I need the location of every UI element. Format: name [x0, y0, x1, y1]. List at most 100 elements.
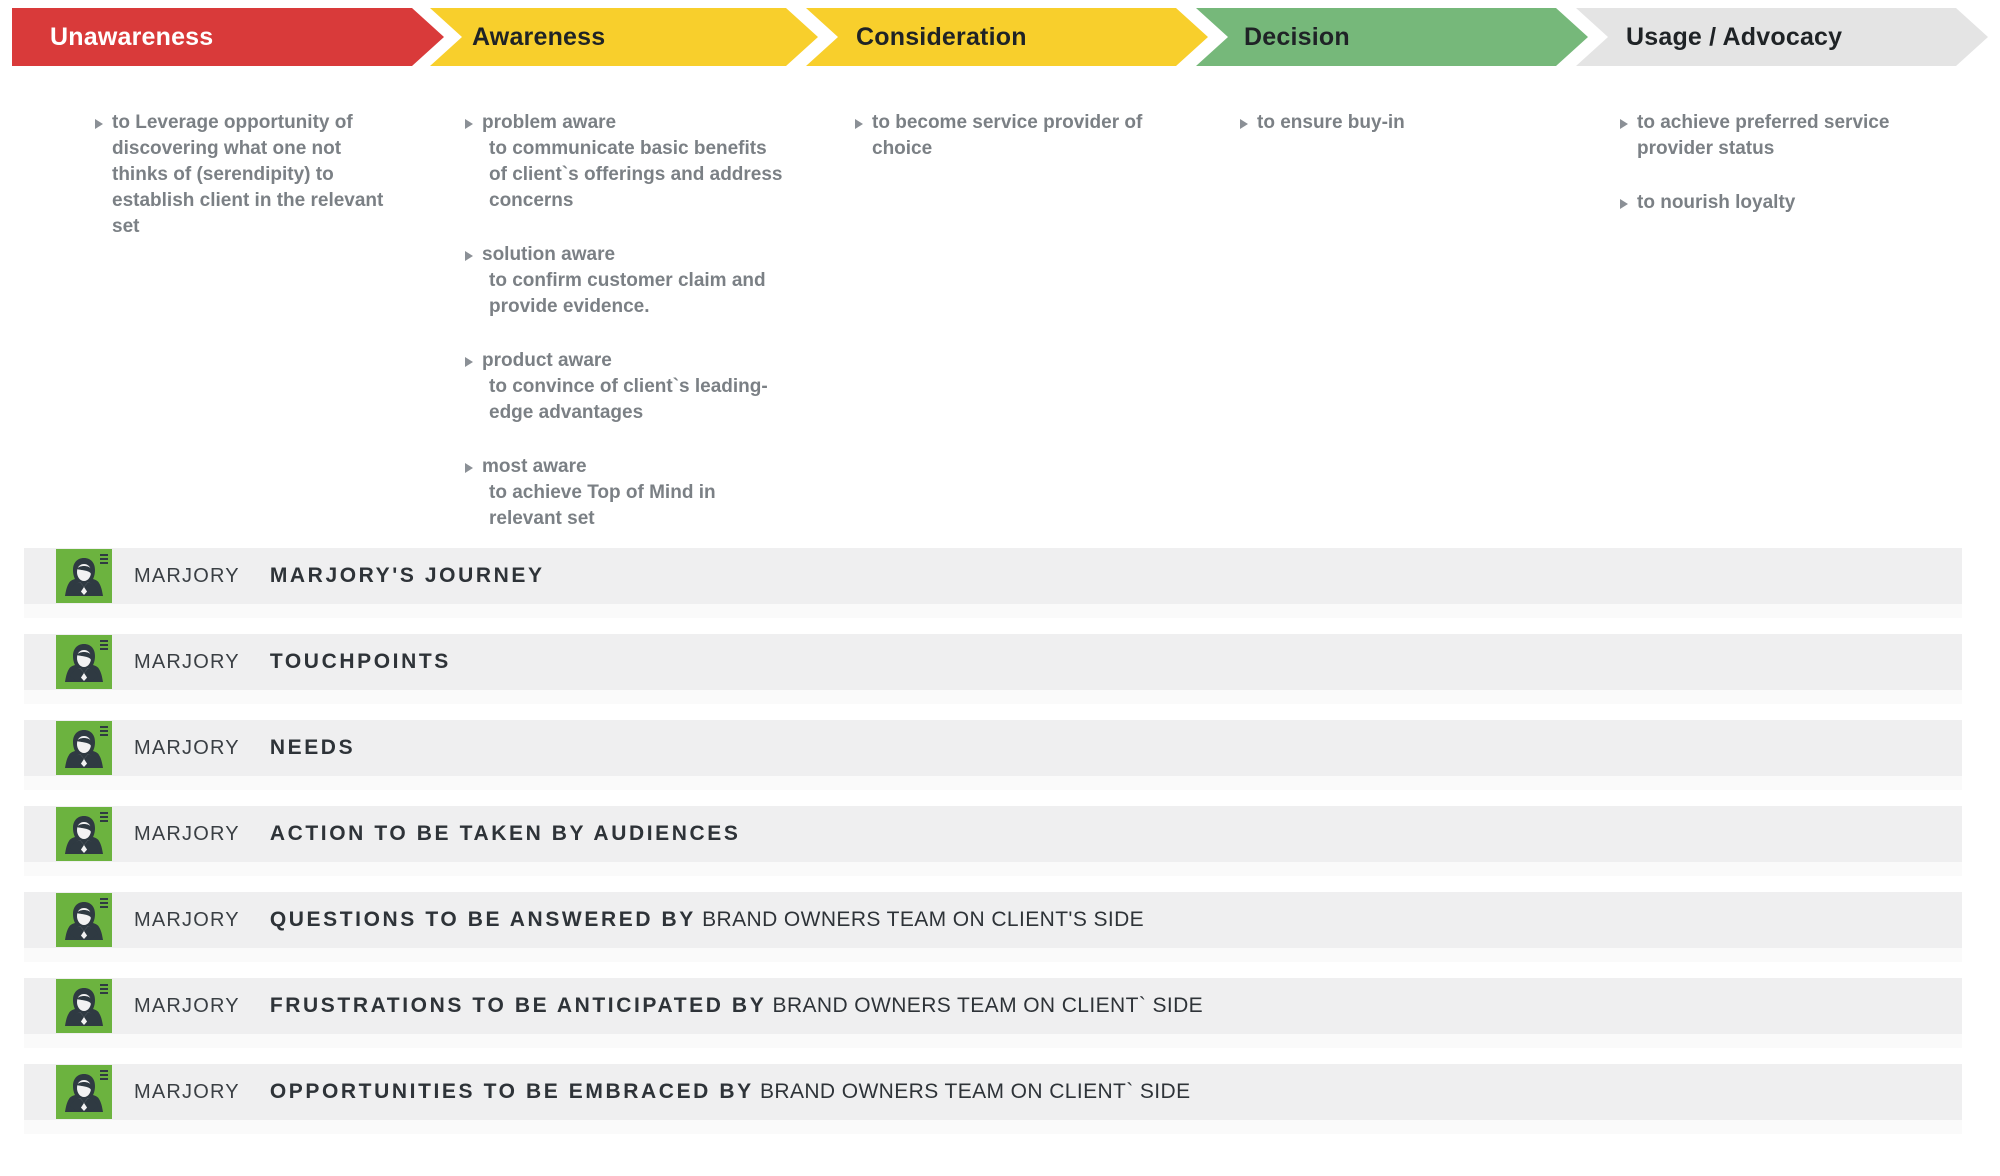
female-persona-icon[interactable]: [56, 1065, 112, 1119]
stage-goals-area: to Leverage opportunity of discovering w…: [0, 110, 2000, 540]
goal-head: most aware: [465, 454, 785, 480]
goal-column-decision: to ensure buy-in: [1240, 110, 1540, 164]
row-title: FRUSTRATIONS TO BE ANTICIPATED BY BRAND …: [270, 994, 1203, 1018]
goal-head-text: most aware: [482, 456, 587, 477]
journey-row[interactable]: MARJORY ACTION TO BE TAKEN BY AUDIENCES: [0, 798, 2000, 884]
row-content: MARJORY QUESTIONS TO BE ANSWERED BY BRAND…: [0, 884, 1144, 956]
persona-name: MARJORY: [134, 650, 240, 673]
triangle-bullet-icon: [465, 119, 473, 129]
row-title-strong: MARJORY'S JOURNEY: [269, 564, 545, 587]
goal-item: to nourish loyalty: [1620, 190, 1920, 216]
female-persona-icon[interactable]: [56, 807, 112, 861]
row-title-strong: OPPORTUNITIES TO BE EMBRACED BY: [269, 1080, 754, 1103]
journey-row[interactable]: MARJORY FRUSTRATIONS TO BE ANTICIPATED BY…: [0, 970, 2000, 1056]
goal-head: product aware: [465, 348, 785, 374]
female-persona-icon[interactable]: [56, 635, 112, 689]
goal-column-consideration: to become service provider of choice: [855, 110, 1155, 190]
persona-name: MARJORY: [134, 564, 240, 587]
row-content: MARJORY MARJORY'S JOURNEY: [0, 540, 545, 612]
triangle-bullet-icon: [465, 463, 473, 473]
triangle-bullet-icon: [1240, 119, 1248, 129]
triangle-bullet-icon: [95, 119, 103, 129]
goal-sub-text: to confirm customer claim and provide ev…: [489, 270, 766, 317]
row-title-strong: QUESTIONS TO BE ANSWERED BY: [269, 908, 696, 931]
row-content: MARJORY ACTION TO BE TAKEN BY AUDIENCES: [0, 798, 741, 870]
row-title: QUESTIONS TO BE ANSWERED BY BRAND OWNERS…: [270, 908, 1144, 932]
stage-label-decision: Decision: [1244, 22, 1350, 51]
stage-unawareness[interactable]: Unawareness: [12, 8, 444, 66]
row-title-plain: BRAND OWNERS TEAM ON CLIENT'S SIDE: [695, 908, 1145, 931]
goal-head: to Leverage opportunity of discovering w…: [95, 110, 395, 240]
triangle-bullet-icon: [465, 357, 473, 367]
goal-item: problem aware to communicate basic benef…: [465, 110, 785, 214]
stage-usage-advocacy[interactable]: Usage / Advocacy: [1576, 8, 1988, 66]
journey-row[interactable]: MARJORY QUESTIONS TO BE ANSWERED BY BRAND…: [0, 884, 2000, 970]
journey-row[interactable]: MARJORY NEEDS: [0, 712, 2000, 798]
persona-name: MARJORY: [134, 736, 240, 759]
goal-sub-text: to achieve Top of Mind in relevant set: [489, 482, 716, 529]
row-title-strong: ACTION TO BE TAKEN BY AUDIENCES: [269, 822, 741, 845]
goal-column-awareness: problem aware to communicate basic benef…: [465, 110, 785, 560]
goal-head-text: product aware: [482, 350, 612, 371]
goal-sub-text: to convince of client`s leading-edge adv…: [489, 376, 768, 423]
female-persona-icon[interactable]: [56, 893, 112, 947]
row-title: MARJORY'S JOURNEY: [270, 564, 545, 588]
stage-consideration[interactable]: Consideration: [806, 8, 1208, 66]
journey-row[interactable]: MARJORY OPPORTUNITIES TO BE EMBRACED BY B…: [0, 1056, 2000, 1142]
journey-stage-bar: Unawareness Awareness Consideration Deci…: [0, 8, 2000, 66]
stage-label-usage-advocacy: Usage / Advocacy: [1626, 22, 1843, 51]
triangle-bullet-icon: [465, 251, 473, 261]
goal-head-text: problem aware: [482, 112, 617, 133]
stage-label-awareness: Awareness: [472, 22, 606, 51]
journey-row[interactable]: MARJORY TOUCHPOINTS: [0, 626, 2000, 712]
row-content: MARJORY OPPORTUNITIES TO BE EMBRACED BY B…: [0, 1056, 1191, 1128]
goal-item: to ensure buy-in: [1240, 110, 1540, 136]
stage-awareness[interactable]: Awareness: [430, 8, 818, 66]
row-content: MARJORY TOUCHPOINTS: [0, 626, 451, 698]
row-content: MARJORY FRUSTRATIONS TO BE ANTICIPATED BY…: [0, 970, 1203, 1042]
row-title: OPPORTUNITIES TO BE EMBRACED BY BRAND OW…: [270, 1080, 1191, 1104]
row-title-strong: TOUCHPOINTS: [269, 650, 451, 673]
female-persona-icon[interactable]: [56, 979, 112, 1033]
stage-decision[interactable]: Decision: [1196, 8, 1588, 66]
female-persona-icon[interactable]: [56, 549, 112, 603]
goal-head: to nourish loyalty: [1620, 190, 1920, 216]
goal-head-text: solution aware: [482, 244, 616, 265]
persona-name: MARJORY: [134, 1080, 240, 1103]
persona-name: MARJORY: [134, 994, 240, 1017]
goal-head-text: to ensure buy-in: [1257, 112, 1405, 133]
journey-row[interactable]: MARJORY MARJORY'S JOURNEY: [0, 540, 2000, 626]
female-persona-icon[interactable]: [56, 721, 112, 775]
triangle-bullet-icon: [855, 119, 863, 129]
goal-head: to become service provider of choice: [855, 110, 1155, 162]
goal-sub-text: to communicate basic benefits of client`…: [489, 138, 783, 211]
goal-item: to Leverage opportunity of discovering w…: [95, 110, 395, 240]
stage-label-unawareness: Unawareness: [50, 22, 214, 51]
goal-column-unawareness: to Leverage opportunity of discovering w…: [95, 110, 395, 268]
goal-head: to achieve preferred service provider st…: [1620, 110, 1920, 162]
goal-head: problem aware: [465, 110, 785, 136]
row-title: TOUCHPOINTS: [270, 650, 451, 674]
journey-rows: MARJORY MARJORY'S JOURNEY MARJORY TOUCHPOIN…: [0, 540, 2000, 1142]
goal-head-text: to Leverage opportunity of discovering w…: [112, 112, 384, 237]
goal-item: to achieve preferred service provider st…: [1620, 110, 1920, 162]
row-title: ACTION TO BE TAKEN BY AUDIENCES: [270, 822, 741, 846]
row-title-plain: BRAND OWNERS TEAM ON CLIENT` SIDE: [753, 1080, 1191, 1103]
persona-name: MARJORY: [134, 908, 240, 931]
triangle-bullet-icon: [1620, 199, 1628, 209]
goal-head-text: to nourish loyalty: [1637, 192, 1796, 213]
goal-item: product aware to convince of client`s le…: [465, 348, 785, 426]
goal-item: to become service provider of choice: [855, 110, 1155, 162]
goal-item: solution aware to confirm customer claim…: [465, 242, 785, 320]
goal-head: solution aware: [465, 242, 785, 268]
goal-head-text: to become service provider of choice: [872, 112, 1143, 159]
goal-column-usage-advocacy: to achieve preferred service provider st…: [1620, 110, 1920, 244]
persona-name: MARJORY: [134, 822, 240, 845]
row-title-strong: NEEDS: [269, 736, 356, 759]
row-title-plain: BRAND OWNERS TEAM ON CLIENT` SIDE: [766, 994, 1204, 1017]
stage-label-consideration: Consideration: [856, 22, 1027, 51]
goal-item: most aware to achieve Top of Mind in rel…: [465, 454, 785, 532]
row-content: MARJORY NEEDS: [0, 712, 355, 784]
row-title: NEEDS: [270, 736, 355, 760]
row-title-strong: FRUSTRATIONS TO BE ANTICIPATED BY: [269, 994, 767, 1017]
